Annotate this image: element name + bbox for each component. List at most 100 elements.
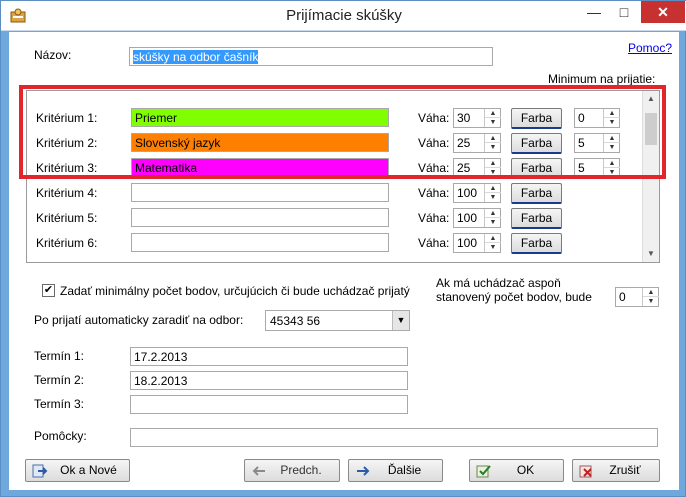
minimize-button[interactable]: — — [579, 1, 609, 23]
prev-button[interactable]: Predch. — [244, 459, 340, 482]
maximize-button[interactable]: □ — [609, 1, 639, 23]
dialog-window: Prijímacie skúšky — □ ✕ Názov: skúšky na… — [0, 0, 686, 497]
spin-up-icon[interactable]: ▲ — [485, 209, 501, 218]
color-button[interactable]: Farba — [511, 133, 562, 154]
term-field[interactable] — [130, 395, 408, 414]
term-label: Termín 1: — [34, 349, 85, 363]
criterion-label: Kritérium 4: — [36, 186, 98, 200]
spin-up-icon[interactable]: ▲ — [604, 134, 620, 143]
color-button[interactable]: Farba — [511, 108, 562, 129]
term-field[interactable]: 18.2.2013 — [130, 371, 408, 390]
spin-down-icon[interactable]: ▼ — [485, 193, 501, 202]
criterion-label: Kritérium 1: — [36, 111, 98, 125]
spin-up-icon[interactable]: ▲ — [485, 134, 501, 143]
weight-label: Váha: — [418, 161, 450, 175]
min-points-checkbox[interactable]: ✔ — [42, 284, 55, 297]
spin-up-icon[interactable]: ▲ — [643, 288, 659, 297]
assign-combo[interactable]: 45343 56 ▼ — [265, 310, 410, 331]
color-button[interactable]: Farba — [511, 233, 562, 254]
criterion-label: Kritérium 6: — [36, 236, 98, 250]
weight-value: 25 — [457, 136, 471, 150]
scroll-thumb[interactable] — [645, 113, 657, 145]
name-label: Názov: — [34, 48, 72, 62]
weight-value: 25 — [457, 161, 471, 175]
aids-label: Pomôcky: — [34, 429, 87, 443]
close-button[interactable]: ✕ — [641, 1, 685, 23]
spin-down-icon[interactable]: ▼ — [604, 168, 620, 177]
weight-label: Váha: — [418, 186, 450, 200]
min-points-checkbox-label: Zadať minimálny počet bodov, určujúcich … — [60, 284, 410, 298]
spin-up-icon[interactable]: ▲ — [604, 159, 620, 168]
weight-value: 100 — [457, 236, 478, 250]
name-field[interactable]: skúšky na odbor čašník — [129, 47, 493, 66]
weight-label: Váha: — [418, 211, 450, 225]
criterion-field[interactable]: Slovenský jazyk — [131, 133, 389, 152]
minimum-spinner[interactable]: 5 ▲ ▼ — [574, 133, 620, 153]
scroll-up-icon[interactable]: ▲ — [643, 91, 659, 107]
chevron-down-icon[interactable]: ▼ — [392, 311, 409, 330]
criterion-label: Kritérium 2: — [36, 136, 98, 150]
spin-down-icon[interactable]: ▼ — [643, 297, 659, 306]
spin-down-icon[interactable]: ▼ — [604, 143, 620, 152]
criterion-field[interactable]: Priemer — [131, 108, 389, 127]
spin-up-icon[interactable]: ▲ — [485, 159, 501, 168]
spin-down-icon[interactable]: ▼ — [604, 118, 620, 127]
spin-down-icon[interactable]: ▼ — [485, 143, 501, 152]
weight-spinner[interactable]: 30 ▲ ▼ — [453, 108, 501, 128]
weight-label: Váha: — [418, 236, 450, 250]
ok-button[interactable]: OK — [469, 459, 564, 482]
ok-new-icon — [32, 464, 48, 478]
color-button[interactable]: Farba — [511, 208, 562, 229]
cancel-button[interactable]: Zrušiť — [572, 459, 660, 482]
prev-label: Predch. — [280, 463, 322, 477]
color-button[interactable]: Farba — [511, 158, 562, 179]
term-field[interactable]: 17.2.2013 — [130, 347, 408, 366]
color-button[interactable]: Farba — [511, 183, 562, 204]
criteria-panel[interactable]: Kritérium 1: Priemer Váha: 30 ▲ ▼ Farba 0 ▲ ▼ Krit… — [26, 90, 660, 263]
scroll-down-icon[interactable]: ▼ — [643, 246, 659, 262]
spin-up-icon[interactable]: ▲ — [604, 109, 620, 118]
min-points-question: Ak má uchádzač aspoň stanovený počet bod… — [436, 276, 592, 304]
criteria-scrollbar[interactable]: ▲ ▼ — [642, 91, 659, 262]
minimum-value: 5 — [578, 136, 585, 150]
dialog-body: Názov: skúšky na odbor čašník Pomoc? Min… — [9, 32, 679, 490]
criterion-label: Kritérium 5: — [36, 211, 98, 225]
weight-value: 100 — [457, 211, 478, 225]
spin-up-icon[interactable]: ▲ — [485, 234, 501, 243]
spin-down-icon[interactable]: ▼ — [485, 168, 501, 177]
spin-down-icon[interactable]: ▼ — [485, 118, 501, 127]
aids-field[interactable] — [130, 428, 658, 447]
weight-label: Váha: — [418, 111, 450, 125]
weight-value: 30 — [457, 111, 471, 125]
assign-label: Po prijatí automaticky zaradiť na odbor: — [34, 313, 244, 327]
weight-spinner[interactable]: 100 ▲ ▼ — [453, 208, 501, 228]
next-button[interactable]: Ďalšie — [348, 459, 443, 482]
weight-spinner[interactable]: 25 ▲ ▼ — [453, 133, 501, 153]
weight-spinner[interactable]: 25 ▲ ▼ — [453, 158, 501, 178]
name-value: skúšky na odbor čašník — [133, 50, 259, 64]
criterion-field[interactable]: Matematika — [131, 158, 389, 177]
minimum-spinner[interactable]: 0 ▲ ▼ — [574, 108, 620, 128]
criterion-field[interactable] — [131, 208, 389, 227]
weight-spinner[interactable]: 100 ▲ ▼ — [453, 183, 501, 203]
min-points-spinner[interactable]: 0 ▲ ▼ — [615, 287, 659, 307]
criterion-field[interactable] — [131, 183, 389, 202]
criterion-field[interactable] — [131, 233, 389, 252]
min-points-value: 0 — [619, 290, 626, 304]
weight-value: 100 — [457, 186, 478, 200]
assign-value: 45343 56 — [270, 314, 321, 328]
spin-up-icon[interactable]: ▲ — [485, 184, 501, 193]
spin-down-icon[interactable]: ▼ — [485, 243, 501, 252]
ok-new-button[interactable]: Ok a Nové — [25, 459, 130, 482]
cancel-label: Zrušiť — [609, 463, 641, 477]
next-label: Ďalšie — [387, 463, 422, 477]
minimum-spinner[interactable]: 5 ▲ ▼ — [574, 158, 620, 178]
weight-spinner[interactable]: 100 ▲ ▼ — [453, 233, 501, 253]
weight-label: Váha: — [418, 136, 450, 150]
help-link[interactable]: Pomoc? — [628, 41, 672, 55]
title-bar[interactable]: Prijímacie skúšky — □ ✕ — [1, 1, 686, 31]
minimum-header: Minimum na prijatie: — [548, 72, 656, 86]
spin-down-icon[interactable]: ▼ — [485, 218, 501, 227]
minimum-value: 5 — [578, 161, 585, 175]
spin-up-icon[interactable]: ▲ — [485, 109, 501, 118]
